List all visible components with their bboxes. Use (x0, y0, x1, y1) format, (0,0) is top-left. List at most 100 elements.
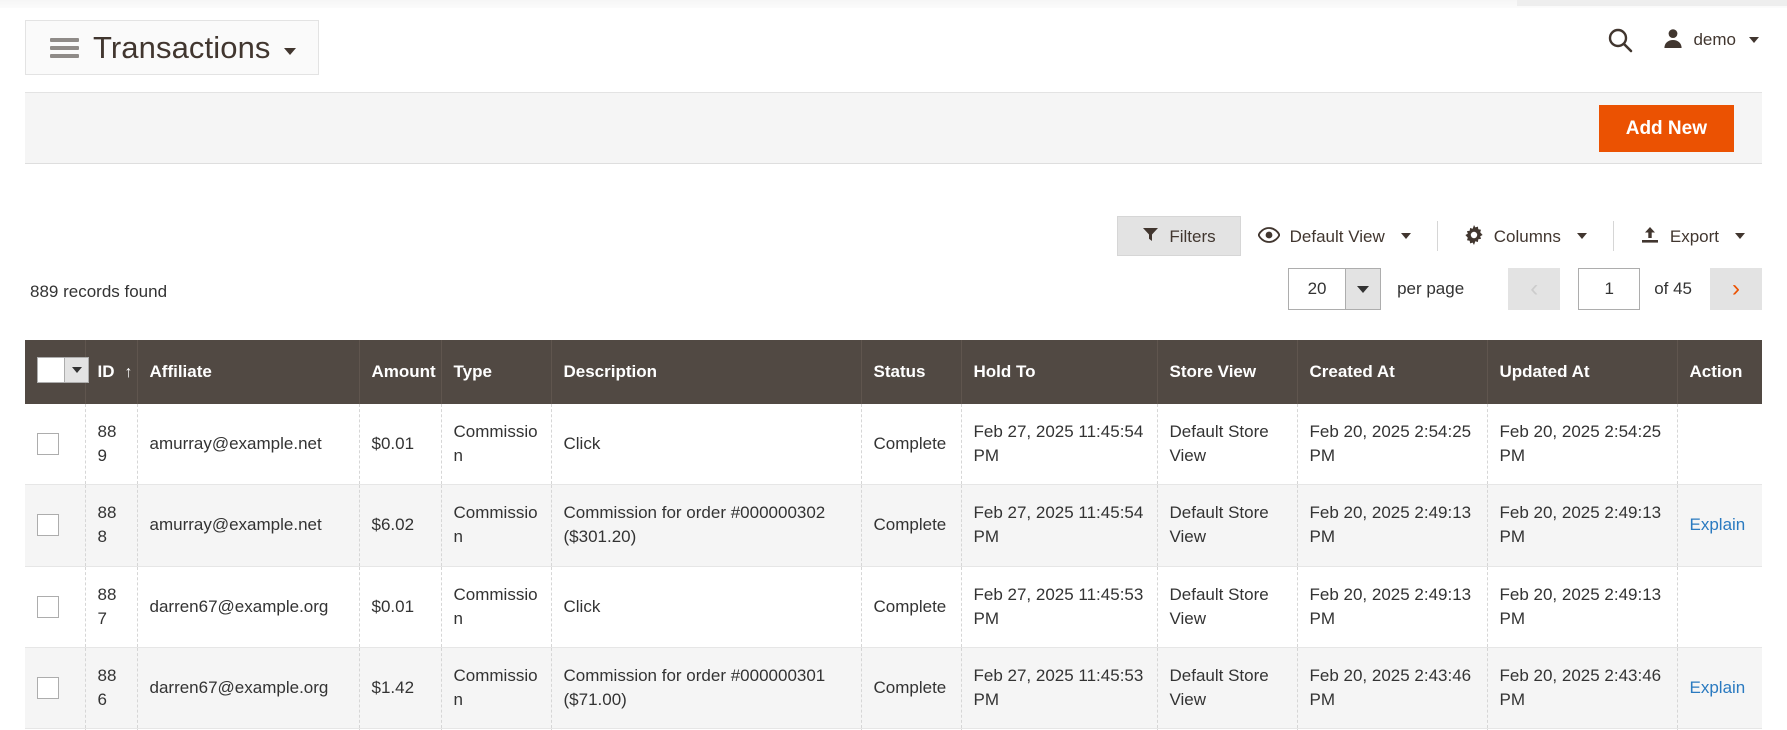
cell-created-at: Feb 20, 2025 2:54:25 PM (1297, 404, 1487, 485)
cell-store-view: Default Store View (1157, 404, 1297, 485)
default-view-button[interactable]: Default View (1241, 217, 1428, 256)
page-number-input[interactable] (1578, 268, 1640, 310)
cell-affiliate: darren67@example.org (137, 647, 359, 728)
header-col-updated-at[interactable]: Updated At (1487, 340, 1677, 404)
row-checkbox[interactable] (37, 514, 59, 536)
data-grid: ID↑ Affiliate Amount Type Description St… (25, 340, 1762, 730)
add-new-button[interactable]: Add New (1599, 105, 1734, 152)
cell-id: 886 (85, 647, 137, 728)
cell-action (1677, 404, 1762, 485)
table-row[interactable]: 887 darren67@example.org $0.01 Commissio… (25, 566, 1762, 647)
columns-button[interactable]: Columns (1447, 215, 1604, 258)
cell-updated-at: Feb 20, 2025 2:54:25 PM (1487, 404, 1677, 485)
next-page-button[interactable]: › (1710, 268, 1762, 310)
cell-amount: $6.02 (359, 485, 441, 566)
row-checkbox[interactable] (37, 433, 59, 455)
header-col-hold-to[interactable]: Hold To (961, 340, 1157, 404)
funnel-icon (1142, 226, 1159, 246)
user-menu[interactable]: demo (1662, 27, 1759, 54)
cell-status: Complete (861, 404, 961, 485)
user-avatar-icon (1662, 27, 1684, 54)
sort-asc-icon: ↑ (125, 364, 133, 381)
row-checkbox-cell[interactable] (25, 647, 85, 728)
toolbar-divider (1613, 221, 1614, 251)
chevron-down-icon (1749, 37, 1759, 43)
hamburger-icon (50, 34, 79, 62)
page-title-menu[interactable]: Transactions (25, 20, 319, 75)
cell-hold-to: Feb 27, 2025 11:45:53 PM (961, 647, 1157, 728)
search-icon[interactable] (1606, 26, 1634, 54)
chevron-right-icon: › (1732, 277, 1740, 301)
table-row[interactable]: 886 darren67@example.org $1.42 Commissio… (25, 647, 1762, 728)
cell-id: 887 (85, 566, 137, 647)
cell-hold-to: Feb 27, 2025 11:45:54 PM (961, 485, 1157, 566)
header-col-store-view[interactable]: Store View (1157, 340, 1297, 404)
cell-description: Click (551, 566, 861, 647)
cell-status: Complete (861, 566, 961, 647)
cell-description: Commission for order #000000301 ($71.00) (551, 647, 861, 728)
row-checkbox-cell[interactable] (25, 566, 85, 647)
cell-amount: $0.01 (359, 566, 441, 647)
chevron-down-icon (1577, 233, 1587, 239)
cell-action: Explain (1677, 647, 1762, 728)
row-checkbox[interactable] (37, 677, 59, 699)
page-title: Transactions (93, 32, 271, 63)
cell-affiliate: amurray@example.net (137, 485, 359, 566)
cell-updated-at: Feb 20, 2025 2:49:13 PM (1487, 485, 1677, 566)
header-col-affiliate[interactable]: Affiliate (137, 340, 359, 404)
per-page-select[interactable]: 20 (1288, 268, 1381, 310)
cell-type: Commission (441, 485, 551, 566)
admin-grid-page: Transactions demo (0, 0, 1787, 730)
row-checkbox-cell[interactable] (25, 404, 85, 485)
header-col-created-at[interactable]: Created At (1297, 340, 1487, 404)
table-header-row: ID↑ Affiliate Amount Type Description St… (25, 340, 1762, 404)
table-row[interactable]: 888 amurray@example.net $6.02 Commission… (25, 485, 1762, 566)
chevron-down-icon (284, 48, 296, 55)
header-col-status[interactable]: Status (861, 340, 961, 404)
header-col-amount[interactable]: Amount (359, 340, 441, 404)
cell-type: Commission (441, 647, 551, 728)
filters-button[interactable]: Filters (1117, 216, 1240, 256)
cell-updated-at: Feb 20, 2025 2:43:46 PM (1487, 647, 1677, 728)
explain-link[interactable]: Explain (1690, 515, 1746, 534)
previous-page-button[interactable]: ‹ (1508, 268, 1560, 310)
cell-store-view: Default Store View (1157, 485, 1297, 566)
row-checkbox-cell[interactable] (25, 485, 85, 566)
header-select-all[interactable] (25, 340, 85, 404)
cell-updated-at: Feb 20, 2025 2:49:13 PM (1487, 566, 1677, 647)
pagination-controls: 20 per page ‹ of 45 › (1288, 268, 1762, 310)
total-pages-label: of 45 (1654, 279, 1692, 299)
cell-store-view: Default Store View (1157, 566, 1297, 647)
header-col-type[interactable]: Type (441, 340, 551, 404)
cell-id: 889 (85, 404, 137, 485)
header-col-action: Action (1677, 340, 1762, 404)
cell-id: 888 (85, 485, 137, 566)
eye-icon (1258, 227, 1280, 246)
cell-type: Commission (441, 566, 551, 647)
header-col-id[interactable]: ID↑ (85, 340, 137, 404)
row-checkbox[interactable] (37, 596, 59, 618)
cell-hold-to: Feb 27, 2025 11:45:54 PM (961, 404, 1157, 485)
cell-created-at: Feb 20, 2025 2:49:13 PM (1297, 566, 1487, 647)
header-actions: demo (1606, 26, 1759, 54)
cell-store-view: Default Store View (1157, 647, 1297, 728)
cell-created-at: Feb 20, 2025 2:49:13 PM (1297, 485, 1487, 566)
cell-status: Complete (861, 485, 961, 566)
mass-select-dropdown[interactable] (37, 357, 89, 383)
table-row[interactable]: 889 amurray@example.net $0.01 Commission… (25, 404, 1762, 485)
page-header: Transactions demo (0, 8, 1787, 90)
cell-created-at: Feb 20, 2025 2:43:46 PM (1297, 647, 1487, 728)
top-decor-band-right (1517, 0, 1787, 6)
cell-description: Commission for order #000000302 ($301.20… (551, 485, 861, 566)
cell-status: Complete (861, 647, 961, 728)
export-button[interactable]: Export (1623, 216, 1762, 257)
checkbox-icon (38, 358, 64, 382)
cell-amount: $0.01 (359, 404, 441, 485)
cell-affiliate: darren67@example.org (137, 566, 359, 647)
explain-link[interactable]: Explain (1690, 678, 1746, 697)
export-label: Export (1670, 228, 1719, 245)
cell-hold-to: Feb 27, 2025 11:45:53 PM (961, 566, 1157, 647)
cell-action: Explain (1677, 485, 1762, 566)
header-col-description[interactable]: Description (551, 340, 861, 404)
chevron-left-icon: ‹ (1530, 277, 1538, 301)
